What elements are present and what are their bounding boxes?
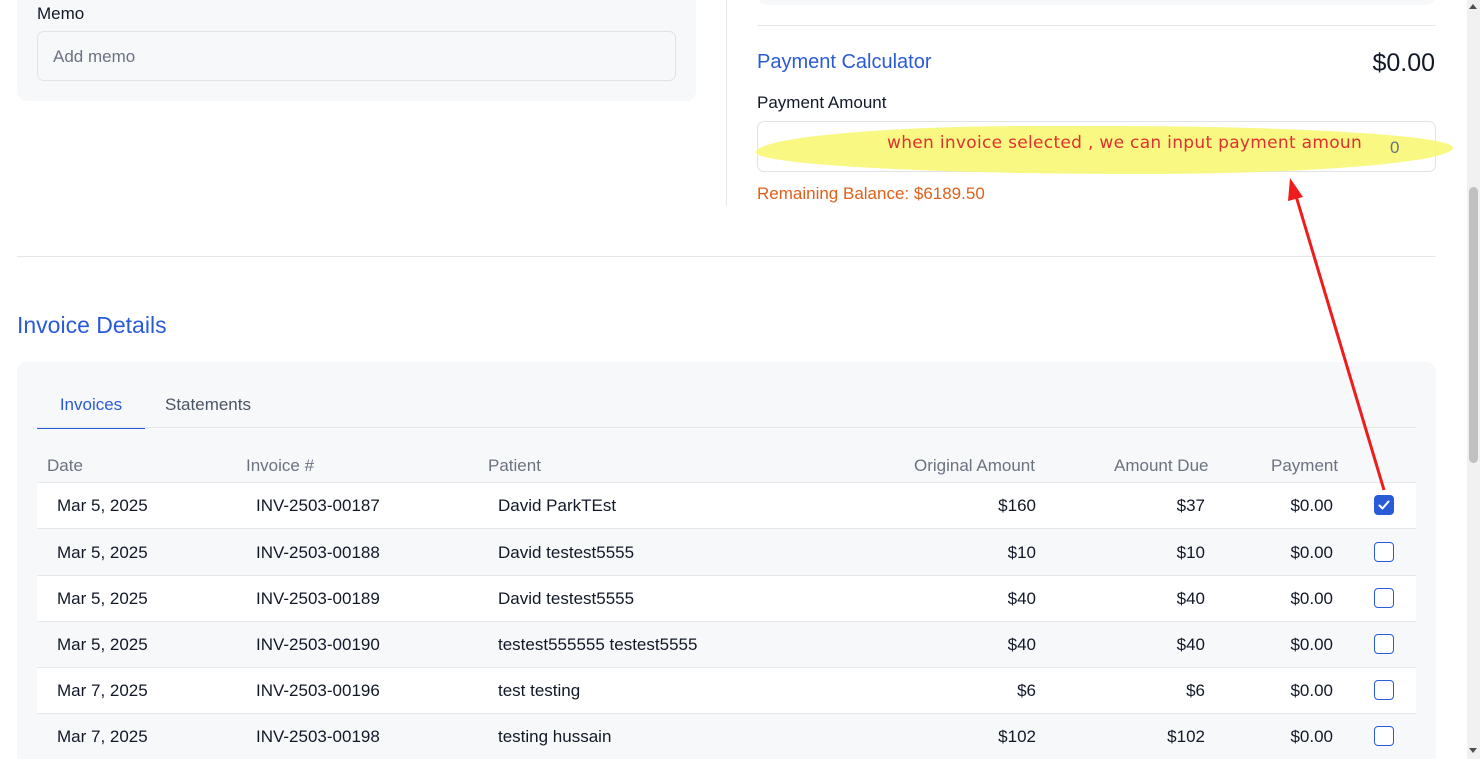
table-row[interactable]: Mar 7, 2025 INV-2503-00198 testing hussa…: [37, 714, 1416, 759]
cell-date: Mar 5, 2025: [57, 496, 148, 515]
cell-original-amount: $160: [998, 496, 1036, 515]
cell-amount-due: $40: [1176, 589, 1205, 608]
row-select-checkbox[interactable]: [1374, 634, 1394, 654]
cell-invoice-number: INV-2503-00196: [256, 681, 380, 700]
table-row[interactable]: Mar 5, 2025 INV-2503-00190 testest555555…: [37, 622, 1416, 668]
cell-date: Mar 5, 2025: [57, 589, 148, 608]
section-divider: [17, 256, 1436, 257]
tab-statements[interactable]: Statements: [165, 395, 251, 415]
cell-payment: $0.00: [1290, 496, 1333, 515]
tab-invoices[interactable]: Invoices: [37, 395, 145, 429]
remaining-balance: Remaining Balance: $6189.50: [757, 184, 985, 203]
checkmark-icon: [1378, 500, 1390, 510]
cell-patient: testest555555 testest5555: [498, 635, 698, 654]
table-row[interactable]: Mar 5, 2025 INV-2503-00188 David testest…: [37, 530, 1416, 576]
cell-patient: David testest5555: [498, 589, 635, 608]
payment-calculator-title: Payment Calculator: [757, 51, 932, 73]
cell-amount-due: $102: [1167, 727, 1205, 746]
column-header-payment: Payment: [1271, 456, 1339, 475]
cell-amount-due: $6: [1186, 681, 1205, 700]
cell-patient: David testest5555: [498, 543, 635, 562]
cell-payment: $0.00: [1290, 727, 1333, 746]
cell-date: Mar 7, 2025: [57, 727, 148, 746]
cell-invoice-number: INV-2503-00198: [256, 727, 380, 746]
cell-date: Mar 5, 2025: [57, 635, 148, 654]
cell-original-amount: $10: [1007, 543, 1036, 562]
cell-payment: $0.00: [1290, 589, 1333, 608]
column-header-amount-due: Amount Due: [1114, 456, 1209, 475]
column-header-invoice: Invoice #: [246, 456, 315, 475]
cell-date: Mar 7, 2025: [57, 681, 148, 700]
column-header-patient: Patient: [488, 456, 541, 475]
scroll-up-icon[interactable]: [1469, 4, 1477, 9]
cell-amount-due: $37: [1176, 496, 1205, 515]
cell-patient: testing hussain: [498, 727, 612, 746]
row-select-checkbox[interactable]: [1374, 726, 1394, 746]
tabs-divider: [37, 427, 1416, 428]
cell-invoice-number: INV-2503-00190: [256, 635, 380, 654]
cell-payment: $0.00: [1290, 635, 1333, 654]
cell-original-amount: $40: [1007, 589, 1036, 608]
cell-original-amount: $6: [1017, 681, 1036, 700]
memo-input[interactable]: Add memo: [37, 31, 676, 81]
cell-amount-due: $10: [1176, 543, 1205, 562]
cell-invoice-number: INV-2503-00189: [256, 589, 380, 608]
row-select-checkbox[interactable]: [1374, 680, 1394, 700]
cell-original-amount: $40: [1007, 635, 1036, 654]
table-row[interactable]: Mar 5, 2025 INV-2503-00189 David testest…: [37, 576, 1416, 622]
column-header-original-amount: Original Amount: [914, 456, 1035, 475]
cell-payment: $0.00: [1290, 681, 1333, 700]
section-divider: [757, 25, 1436, 26]
top-card-edge: [757, 0, 1436, 5]
cell-invoice-number: INV-2503-00187: [256, 496, 380, 515]
invoice-details-title: Invoice Details: [17, 312, 167, 338]
column-divider: [726, 0, 727, 206]
payment-amount-label: Payment Amount: [757, 93, 887, 112]
payment-total: $0.00: [1372, 49, 1435, 77]
row-select-checkbox[interactable]: [1374, 495, 1394, 515]
row-select-checkbox[interactable]: [1374, 542, 1394, 562]
scrollbar-thumb[interactable]: [1469, 187, 1478, 463]
cell-amount-due: $40: [1176, 635, 1205, 654]
table-row[interactable]: Mar 7, 2025 INV-2503-00196 test testing …: [37, 668, 1416, 714]
table-row[interactable]: Mar 5, 2025 INV-2503-00187 David ParkTEs…: [37, 483, 1416, 529]
cell-invoice-number: INV-2503-00188: [256, 543, 380, 562]
memo-label: Memo: [37, 4, 85, 23]
scroll-down-icon[interactable]: [1469, 748, 1477, 753]
cell-date: Mar 5, 2025: [57, 543, 148, 562]
cell-patient: David ParkTEst: [498, 496, 617, 515]
row-select-checkbox[interactable]: [1374, 588, 1394, 608]
payment-amount-value: 0: [1390, 138, 1400, 157]
cell-patient: test testing: [498, 681, 581, 700]
cell-original-amount: $102: [998, 727, 1036, 746]
column-header-date: Date: [47, 456, 83, 475]
cell-payment: $0.00: [1290, 543, 1333, 562]
annotation-text: when invoice selected , we can input pay…: [887, 133, 1363, 153]
